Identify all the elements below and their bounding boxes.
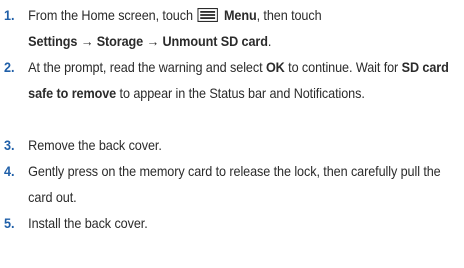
- step-text: to appear in the Status bar and Notifica…: [119, 86, 365, 101]
- instruction-steps: 1. From the Home screen, touch Menu, the…: [4, 3, 460, 237]
- step-text: to continue. Wait for: [288, 60, 399, 75]
- step-number: 3.: [4, 138, 15, 153]
- step-text: Gently press on the memory card to relea…: [28, 164, 441, 205]
- step-text: At the prompt, read the warning and sele…: [28, 60, 263, 75]
- step-text: .: [267, 34, 272, 49]
- step-number: 4.: [4, 164, 15, 179]
- step-number: 1.: [4, 8, 15, 23]
- ok-label: OK: [265, 60, 285, 75]
- step-text: From the Home screen, touch: [28, 8, 193, 23]
- menu-icon: [197, 8, 218, 22]
- step-number: 2.: [4, 60, 15, 75]
- step-4: 4. Gently press on the memory card to re…: [4, 159, 464, 211]
- step-text: Remove the back cover.: [28, 138, 162, 153]
- step-text: Install the back cover.: [28, 216, 148, 231]
- step-1: 1. From the Home screen, touch Menu, the…: [4, 3, 464, 55]
- step-3: 3. Remove the back cover.: [4, 133, 464, 159]
- menu-label: Menu: [223, 8, 257, 23]
- step-text: , then touch: [256, 8, 322, 23]
- settings-path: Settings → Storage → Unmount SD card: [28, 34, 268, 49]
- step-2: 2. At the prompt, read the warning and s…: [4, 55, 464, 133]
- step-number: 5.: [4, 216, 15, 231]
- step-5: 5. Install the back cover.: [4, 211, 464, 237]
